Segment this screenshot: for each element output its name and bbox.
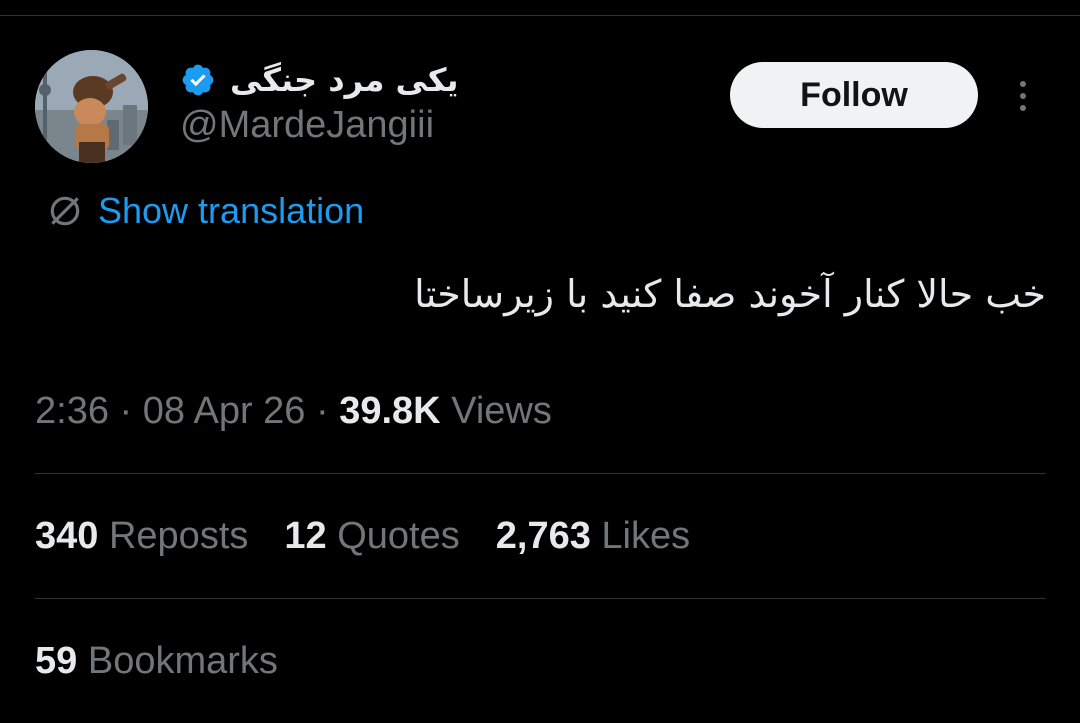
tweet-date[interactable]: 08 Apr 26: [143, 390, 306, 432]
views-count: 39.8K: [339, 390, 441, 432]
avatar[interactable]: [35, 50, 148, 163]
bookmarks-label: Bookmarks: [87, 640, 278, 682]
tweet-meta: 2:36 · 08 Apr 26 · 39.8K Views: [35, 390, 552, 433]
engagement-stats: 340 Reposts 12 Quotes 2,763 Likes: [35, 515, 726, 558]
meta-separator: ·: [316, 390, 329, 432]
quotes-stat[interactable]: 12 Quotes: [284, 515, 459, 558]
divider: [35, 598, 1046, 599]
views-label: Views: [451, 390, 552, 432]
reposts-label: Reposts: [108, 515, 249, 557]
author-name-row: یکی مرد جنگی: [180, 58, 459, 102]
bookmarks-stat[interactable]: 59 Bookmarks: [35, 640, 278, 683]
divider: [35, 473, 1046, 474]
reposts-count: 340: [35, 515, 99, 557]
globe-icon: [50, 196, 80, 226]
show-translation-link[interactable]: Show translation: [46, 190, 364, 232]
display-name[interactable]: یکی مرد جنگی: [230, 61, 459, 99]
reposts-stat[interactable]: 340 Reposts: [35, 515, 248, 558]
show-translation-label: Show translation: [98, 190, 365, 231]
more-options-icon[interactable]: [1006, 74, 1040, 118]
verified-badge-icon: [182, 64, 214, 96]
likes-stat[interactable]: 2,763 Likes: [496, 515, 690, 558]
more-dot: [1020, 81, 1026, 87]
avatar-image: [35, 50, 148, 163]
top-divider: [0, 15, 1080, 16]
follow-button[interactable]: Follow: [730, 62, 978, 128]
likes-count: 2,763: [495, 515, 591, 557]
meta-separator: ·: [119, 390, 133, 432]
user-handle[interactable]: @MardeJangiii: [180, 104, 434, 147]
tweet-time[interactable]: 2:36: [35, 390, 109, 432]
quotes-count: 12: [284, 515, 327, 557]
likes-label: Likes: [601, 515, 691, 557]
tweet-text: خب حالا کنار آخوند صفا کنید با زیرساختا: [414, 272, 1046, 316]
quotes-label: Quotes: [337, 515, 460, 557]
more-dot: [1020, 93, 1026, 99]
bookmarks-count: 59: [35, 640, 78, 682]
more-dot: [1020, 105, 1026, 111]
